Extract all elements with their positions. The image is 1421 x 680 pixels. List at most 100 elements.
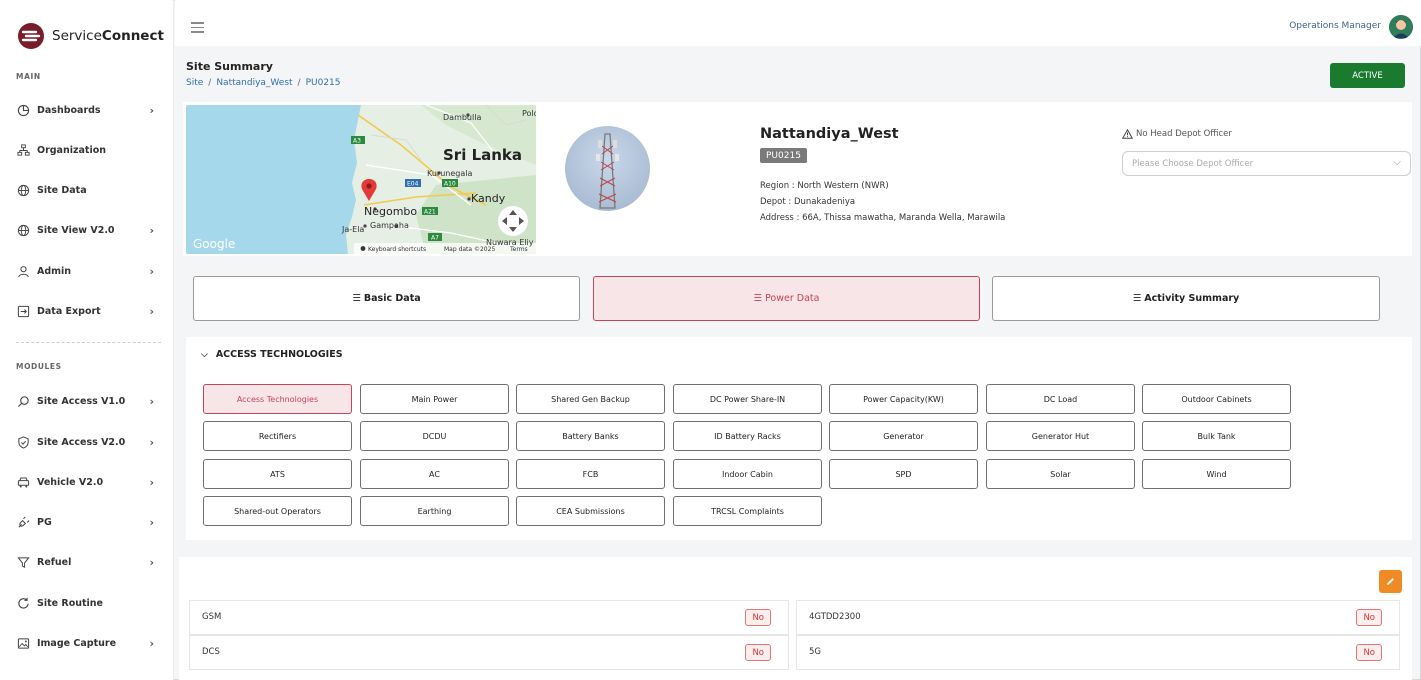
chip-solar[interactable]: Solar [986,459,1135,489]
chevron-right-icon: › [149,304,154,318]
org-chart-icon [16,143,30,157]
chevron-right-icon: › [149,103,154,117]
status-badge: No [1356,644,1382,661]
sidebar-item-data-export[interactable]: Data Export › [16,301,158,321]
chip-dcdu[interactable]: DCDU [360,421,509,451]
chip-generator[interactable]: Generator [829,421,978,451]
chevron-right-icon: › [149,515,154,529]
chip-rectifiers[interactable]: Rectifiers [203,421,352,451]
map-data-credit: Map data ©2025 [444,246,495,253]
chevron-right-icon: › [149,475,154,489]
chip-id-battery-racks[interactable]: ID Battery Racks [673,421,822,451]
service-connect-logo-icon [18,23,44,49]
table-row: DCS No [189,635,789,670]
sidebar-item-label: Vehicle V2.0 [37,476,104,488]
chip-indoor-cabin[interactable]: Indoor Cabin [673,459,822,489]
chip-wind[interactable]: Wind [1142,459,1291,489]
chip-battery-banks[interactable]: Battery Banks [516,421,665,451]
access-technologies-toggle[interactable]: ⌵ ACCESS TECHNOLOGIES [201,349,343,360]
sidebar-item-site-access-v2-0[interactable]: Site Access V2.0 › [16,432,158,452]
status-active-button[interactable]: ACTIVE [1330,63,1405,88]
chip-earthing[interactable]: Earthing [360,496,509,526]
chip-access-technologies[interactable]: Access Technologies [203,384,352,414]
breadcrumb-site[interactable]: Site [186,78,203,88]
sidebar-item-site-access-v1-0[interactable]: Site Access V1.0 › [16,391,158,411]
sidebar-item-label: Site Access V2.0 [37,436,126,448]
chip-shared-out-operators[interactable]: Shared-out Operators [203,496,352,526]
page-title: Site Summary [186,60,273,73]
breadcrumb-site-name[interactable]: Nattandiya_West [216,78,292,88]
user-avatar[interactable] [1389,15,1413,39]
chevron-down-icon: ⌵ [1393,157,1401,168]
chip-fcb[interactable]: FCB [516,459,665,489]
sidebar-item-label: PG [37,516,52,528]
chip-ats[interactable]: ATS [203,459,352,489]
sidebar-item-site-data[interactable]: Site Data [16,180,158,200]
chip-generator-hut[interactable]: Generator Hut [986,421,1135,451]
edit-button[interactable] [1379,570,1402,593]
chevron-right-icon: › [149,394,154,408]
tech-label: DCS [202,647,220,657]
officer-warning-text: No Head Depot Officer [1136,129,1232,139]
site-name: Nattandiya_West [760,126,899,142]
tab-activity-summary[interactable]: ☰ Activity Summary [992,276,1380,321]
sidebar-item-label: Refuel [37,556,72,568]
sidebar-item-label: Dashboards [37,104,101,116]
chip-cea-submissions[interactable]: CEA Submissions [516,496,665,526]
sidebar-item-site-routine[interactable]: Site Routine [16,593,158,613]
chip-bulk-tank[interactable]: Bulk Tank [1142,421,1291,451]
sidebar-item-site-view-v2-0[interactable]: Site View V2.0 › [16,220,158,240]
chip-ac[interactable]: AC [360,459,509,489]
tab-basic-data[interactable]: ☰ Basic Data [193,276,580,321]
sidebar-item-label: Data Export [37,305,101,317]
list-icon: ☰ [753,293,763,304]
chevron-right-icon: › [149,555,154,569]
list-icon: ☰ [1132,293,1142,304]
sidebar-item-dashboards[interactable]: Dashboards › [16,100,158,120]
modules-section-label: MODULES [16,362,62,371]
chip-spd[interactable]: SPD [829,459,978,489]
chip-dc-power-share-in[interactable]: DC Power Share-IN [673,384,822,414]
map-label-ja-ela: Ja-Ela [341,225,364,234]
site-map[interactable]: Dambulla Polo Sri Lanka Kurunegala Kandy… [186,105,536,254]
chip-shared-gen-backup[interactable]: Shared Gen Backup [516,384,665,414]
chevron-right-icon: › [149,636,154,650]
chip-main-power[interactable]: Main Power [360,384,509,414]
sidebar-divider [16,342,161,343]
sidebar-item-organization[interactable]: Organization [16,140,158,160]
sidebar-item-label: Site Routine [37,597,103,609]
sidebar-item-vehicle-v2-0[interactable]: Vehicle V2.0 › [16,472,158,492]
site-depot: Depot : Dunakadeniya [760,197,856,207]
chip-trcsl-complaints[interactable]: TRCSL Complaints [673,496,822,526]
sidebar-item-image-capture[interactable]: Image Capture › [16,633,158,653]
shield-check-icon [16,435,30,449]
app-logo[interactable]: ServiceConnect [17,22,164,50]
depot-officer-select[interactable]: Please Choose Depot Officer ⌵ [1122,151,1411,176]
chip-power-capacity-kw[interactable]: Power Capacity(KW) [829,384,978,414]
map-terms-link[interactable]: Terms [509,246,528,253]
road-e04-label: E04 [407,181,419,188]
map-label-dambulla: Dambulla [443,113,481,122]
chip-dc-load[interactable]: DC Load [986,384,1135,414]
tech-label: GSM [202,612,222,622]
globe-icon [16,183,30,197]
tab-label: Basic Data [363,293,421,304]
export-icon [16,304,30,318]
breadcrumb-site-code[interactable]: PU0215 [306,78,341,88]
sidebar-item-refuel[interactable]: Refuel › [16,552,158,572]
search-icon [16,394,30,408]
sidebar-item-pg[interactable]: PG › [16,512,158,532]
user-role-label[interactable]: Operations Manager [1289,21,1381,31]
sidebar-item-admin[interactable]: Admin › [16,261,158,281]
site-code-badge: PU0215 [760,148,807,163]
map-label-negombo: Negombo [364,205,417,218]
chevron-right-icon: › [149,435,154,449]
user-icon [16,264,30,278]
chip-outdoor-cabinets[interactable]: Outdoor Cabinets [1142,384,1291,414]
list-icon: ☰ [352,293,361,304]
map-keyboard-shortcuts[interactable]: Keyboard shortcuts [368,246,426,253]
access-technologies-heading: ACCESS TECHNOLOGIES [215,349,343,360]
chevron-right-icon: › [149,264,154,278]
tab-power-data[interactable]: ☰ Power Data [593,276,980,321]
menu-toggle-icon[interactable] [191,22,204,36]
